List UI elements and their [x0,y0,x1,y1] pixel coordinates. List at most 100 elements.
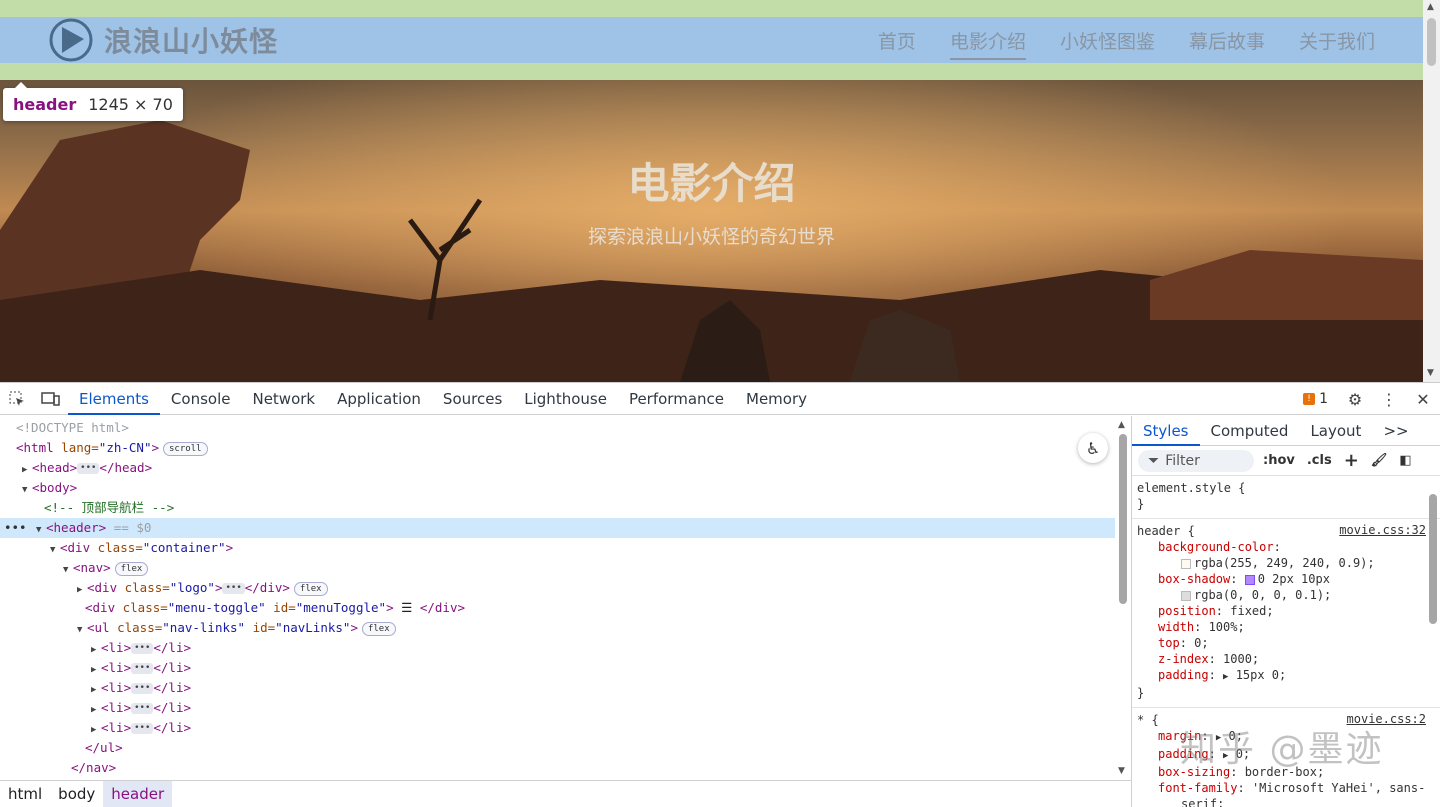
ellipsis-icon[interactable]: ••• [131,663,154,674]
dom-nav[interactable]: ▼ <nav> flex [63,558,149,580]
device-toolbar-icon[interactable] [34,383,68,415]
rule-header[interactable]: header { movie.css:32 background-color: … [1132,519,1440,708]
nav-link-about[interactable]: 关于我们 [1299,27,1375,54]
scroll-up-icon[interactable]: ▲ [1118,420,1125,430]
css-property[interactable]: z-index: 1000; [1137,651,1434,667]
tab-elements[interactable]: Elements [68,383,160,415]
css-property[interactable]: box-shadow: 0 2px 10px [1137,571,1434,587]
ellipsis-icon[interactable]: ••• [77,463,100,474]
nav-link-character-guide[interactable]: 小妖怪图鉴 [1060,27,1155,54]
ellipsis-icon[interactable]: ••• [131,643,154,654]
styles-scroll-thumb[interactable] [1429,494,1437,624]
rule-element-style[interactable]: element.style { } [1132,476,1440,519]
expand-arrow-icon[interactable]: ▶ [91,640,101,660]
breadcrumb-body[interactable]: body [50,781,103,807]
css-property[interactable]: rgba(0, 0, 0, 0.1); [1137,587,1434,603]
scroll-down-icon[interactable]: ▼ [1118,766,1125,776]
toggle-sidebar-icon[interactable]: ◧ [1396,453,1414,468]
nav-link-home[interactable]: 首页 [878,27,916,54]
dom-doctype[interactable]: <!DOCTYPE html> [16,418,129,438]
elements-scroll-thumb[interactable] [1119,434,1127,604]
collapse-arrow-icon[interactable]: ▼ [22,480,32,500]
expand-arrow-icon[interactable]: ▶ [91,700,101,720]
dom-nav-close[interactable]: </nav> [71,758,116,778]
scroll-up-icon[interactable]: ▲ [1427,2,1434,12]
tab-lighthouse[interactable]: Lighthouse [513,383,618,415]
breadcrumb-header[interactable]: header [103,781,173,807]
css-property[interactable]: background-color: [1137,539,1434,555]
dom-comment[interactable]: <!-- 顶部导航栏 --> [44,498,174,518]
expand-arrow-icon[interactable]: ▶ [91,660,101,680]
hov-button[interactable]: :hov [1260,453,1298,468]
css-property[interactable]: top: 0; [1137,635,1434,651]
dom-li[interactable]: ▶ <li> ••• </li> [91,678,191,698]
collapse-arrow-icon[interactable]: ▼ [77,620,87,640]
dom-li[interactable]: ▶ <li> ••• </li> [91,658,191,678]
dom-body[interactable]: ▼ <body> [22,478,77,498]
tab-application[interactable]: Application [326,383,432,415]
dom-ul-close[interactable]: </ul> [85,738,123,758]
css-property[interactable]: rgba(255, 249, 240, 0.9); [1137,555,1434,571]
expand-arrow-icon[interactable]: ▶ [91,680,101,700]
css-property[interactable]: font-family: 'Microsoft YaHei', sans- [1137,780,1434,796]
tab-network[interactable]: Network [241,383,326,415]
css-property[interactable]: padding: ▶ 15px 0; [1137,667,1434,685]
color-swatch[interactable] [1181,558,1191,569]
dom-div-menu-toggle[interactable]: <div class="menu-toggle" id="menuToggle"… [85,598,465,618]
paint-brush-icon[interactable]: 🖌 [1368,453,1391,468]
tab-styles[interactable]: Styles [1132,416,1200,446]
styles-filter-input[interactable]: ⏷ Filter [1138,449,1254,472]
collapse-arrow-icon[interactable]: ▼ [63,560,73,580]
tab-memory[interactable]: Memory [735,383,818,415]
tab-sources[interactable]: Sources [432,383,513,415]
ellipsis-icon[interactable]: ••• [131,703,154,714]
color-swatch[interactable] [1181,590,1191,601]
more-tabs-icon[interactable]: >> [1372,416,1419,446]
dom-div-container[interactable]: ▼ <div class="container"> [50,538,233,558]
settings-gear-icon[interactable]: ⚙ [1338,383,1372,415]
page-scrollbar[interactable]: ▲ ▼ [1423,0,1440,382]
dom-li[interactable]: ▶ <li> ••• </li> [91,718,191,738]
ellipsis-icon[interactable]: ••• [131,683,154,694]
css-property[interactable]: width: 100%; [1137,619,1434,635]
css-property[interactable]: serif; [1137,796,1434,807]
elements-scrollbar[interactable]: ▲ ▼ [1115,416,1131,780]
row-actions-icon[interactable]: ••• [0,518,36,538]
collapse-arrow-icon[interactable]: ▼ [50,540,60,560]
accessibility-icon[interactable]: ♿ [1078,433,1108,463]
breadcrumb-html[interactable]: html [0,781,50,807]
dom-head[interactable]: ▶ <head> ••• </head> [22,458,152,478]
rule-source-link[interactable]: movie.css:32 [1339,523,1426,537]
tab-layout[interactable]: Layout [1299,416,1372,446]
close-devtools-icon[interactable]: ✕ [1406,383,1440,415]
tab-console[interactable]: Console [160,383,242,415]
tab-computed[interactable]: Computed [1200,416,1300,446]
dom-div-logo[interactable]: ▶ <div class="logo"> ••• </div> flex [77,578,328,598]
nav-link-behind-scenes[interactable]: 幕后故事 [1189,27,1265,54]
css-property[interactable]: position: fixed; [1137,603,1434,619]
tab-performance[interactable]: Performance [618,383,735,415]
dom-li[interactable]: ▶ <li> ••• </li> [91,698,191,718]
issues-counter[interactable]: ! 1 [1293,391,1338,407]
dom-ul-nav-links[interactable]: ▼ <ul class="nav-links" id="navLinks"> fle… [77,618,396,638]
expand-arrow-icon[interactable]: ▶ [22,460,32,480]
ellipsis-icon[interactable]: ••• [222,583,245,594]
scroll-down-icon[interactable]: ▼ [1427,368,1434,378]
inspect-element-icon[interactable] [0,383,34,415]
nav-link-movie-intro[interactable]: 电影介绍 [949,27,1026,60]
cls-button[interactable]: .cls [1304,453,1335,468]
dom-html[interactable]: <html lang="zh-CN"> scroll [16,438,208,458]
scroll-badge[interactable]: scroll [163,441,208,456]
page-scroll-thumb[interactable] [1427,18,1436,66]
flex-badge[interactable]: flex [293,581,328,596]
shadow-editor-icon[interactable] [1244,574,1255,585]
dom-header-selected[interactable]: ••• ▼ <header> == $0 [0,518,1115,538]
dom-li[interactable]: ▶ <li> ••• </li> [91,638,191,658]
styles-scrollbar[interactable] [1426,476,1440,807]
ellipsis-icon[interactable]: ••• [131,723,154,734]
flex-badge[interactable]: flex [114,561,149,576]
flex-badge[interactable]: flex [361,621,396,636]
collapse-arrow-icon[interactable]: ▼ [36,520,46,540]
more-options-icon[interactable]: ⋮ [1372,383,1406,415]
new-rule-plus-icon[interactable]: + [1341,450,1362,471]
